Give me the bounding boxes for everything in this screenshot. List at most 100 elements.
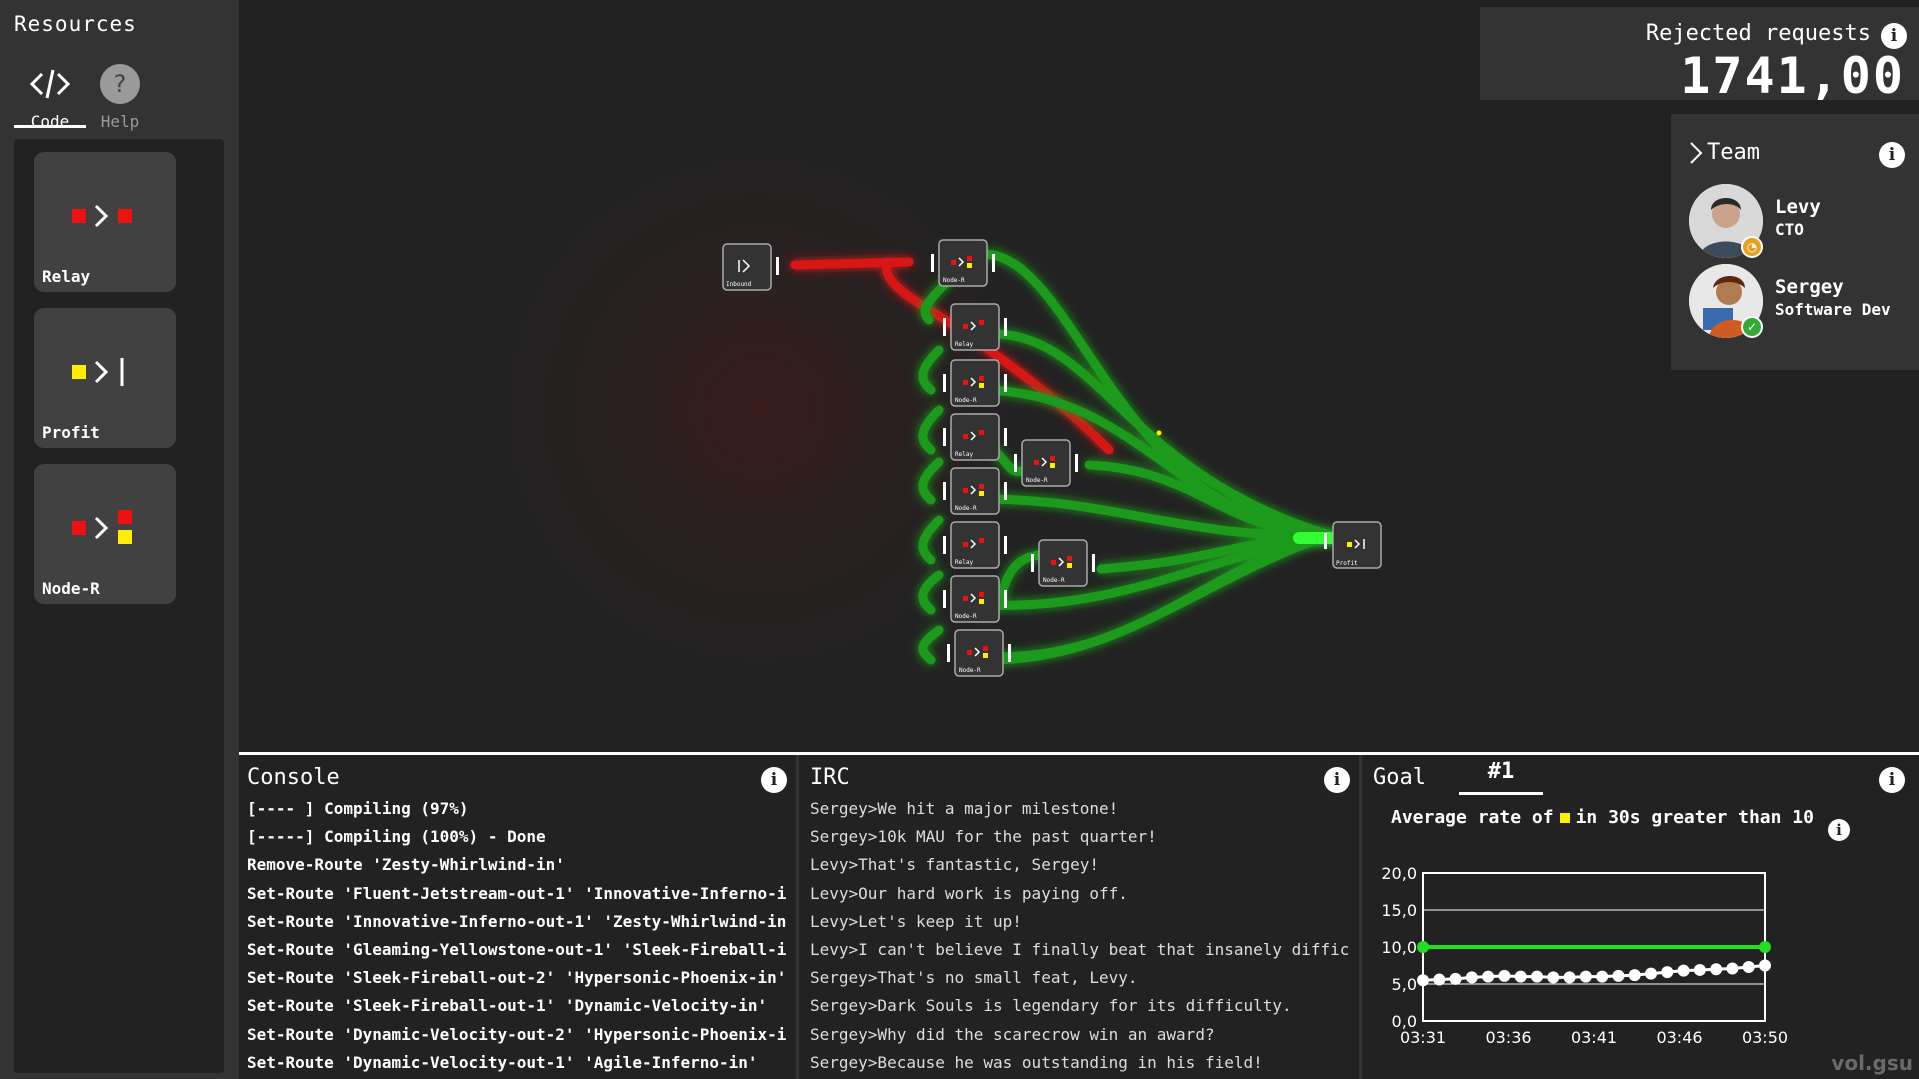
irc-log[interactable]: Sergey>We hit a major milestone! Sergey>… <box>810 799 1359 1079</box>
resource-label: Node-R <box>42 579 100 598</box>
node-label: Node-R <box>1043 577 1065 584</box>
team-panel: Team i ◔ Levy CTO ✓ Sergey Software Dev <box>1671 114 1919 370</box>
console-log[interactable]: [---- ] Compiling (97%) [-----] Compilin… <box>247 799 796 1079</box>
help-icon: ? <box>100 64 140 104</box>
canvas-node[interactable]: Relay <box>943 413 1007 461</box>
chart-x-tick-label: 03:31 <box>1400 1028 1446 1047</box>
rejected-requests-panel: Rejected requests i 1741,00 <box>1480 7 1919 105</box>
irc-message: Sergey>Why did the scarecrow win an awar… <box>810 1024 1215 1044</box>
irc-message: Levy>Our hard work is paying off. <box>810 883 1128 903</box>
info-icon[interactable]: i <box>1827 819 1850 841</box>
irc-message: Levy>Let's keep it up! <box>810 911 1022 931</box>
resource-label: Relay <box>42 267 91 286</box>
team-member-sergey[interactable]: ✓ Sergey Software Dev <box>1689 264 1919 340</box>
canvas-node[interactable]: Node-R <box>1031 539 1095 587</box>
console-line: Remove-Route 'Zesty-Whirlwind-in' <box>247 855 565 875</box>
bottom-panels: Console i [---- ] Compiling (97%) [-----… <box>239 752 1919 1079</box>
chart-x-ticks: 03:31 03:36 03:41 03:46 03:50 <box>1400 1028 1788 1047</box>
info-icon[interactable]: i <box>761 767 787 793</box>
canvas-node[interactable]: Node-R <box>947 629 1011 677</box>
console-title: Console <box>247 765 340 790</box>
chart-point <box>1612 969 1625 982</box>
console-line: Set-Route 'Dynamic-Velocity-out-2' 'Hype… <box>247 1024 787 1044</box>
goal-tab-1[interactable]: #1 <box>1459 759 1543 795</box>
console-line: [---- ] Compiling (97%) <box>247 799 469 818</box>
tab-help-label: Help <box>100 112 140 131</box>
tab-code[interactable]: Code <box>14 56 86 131</box>
irc-message: Sergey>We hit a major milestone! <box>810 799 1119 818</box>
console-panel: Console i [---- ] Compiling (97%) [-----… <box>239 755 799 1079</box>
chart-point <box>1547 971 1560 984</box>
chart-point <box>1759 941 1771 953</box>
goal-title: Goal <box>1373 765 1426 790</box>
goal-description: Average rate of in 30s greater than 10 i <box>1391 807 1850 841</box>
chart-y-tick-label: 5,0 <box>1392 975 1417 994</box>
irc-message: Levy>I can't believe I finally beat that… <box>810 939 1350 959</box>
chart-y-tick-label: 15,0 <box>1381 901 1417 920</box>
irc-message: Levy>That's fantastic, Sergey! <box>810 855 1099 875</box>
node-label: Profit <box>1336 560 1358 567</box>
canvas-node-profit[interactable]: Profit <box>1324 521 1382 569</box>
resource-node-r[interactable]: Node-R <box>34 464 176 604</box>
chevron-right-icon <box>1690 141 1703 164</box>
console-line: Set-Route 'Innovative-Inferno-out-1' 'Ze… <box>247 911 787 931</box>
goal-chart: 0,05,010,015,020,0 03:31 03:36 03:41 03:46 0… <box>1381 864 1788 1047</box>
chart-y-ticks: 0,05,010,015,020,0 <box>1381 864 1417 1031</box>
team-member-levy[interactable]: ◔ Levy CTO <box>1689 184 1919 260</box>
chart-point <box>1563 971 1576 984</box>
console-line: [-----] Compiling (100%) - Done <box>247 827 546 847</box>
canvas-node[interactable]: Node-R <box>931 239 995 287</box>
online-status-icon: ✓ <box>1741 316 1763 338</box>
node-label: Node-R <box>955 505 977 512</box>
resources-title: Resources <box>14 12 137 36</box>
chart-series <box>1417 941 1771 987</box>
chart-y-tick-label: 10,0 <box>1381 938 1417 957</box>
tab-help[interactable]: ? Help <box>84 56 156 131</box>
irc-title: IRC <box>810 765 850 790</box>
chart-point <box>1417 941 1429 953</box>
resource-profit[interactable]: Profit <box>34 308 176 448</box>
node-label: Relay <box>955 341 973 348</box>
canvas-node[interactable]: Relay <box>943 521 1007 569</box>
info-icon[interactable]: i <box>1879 767 1905 793</box>
chart-point <box>1710 963 1723 976</box>
chart-point <box>1465 971 1478 984</box>
node-label: Inbound <box>726 281 752 288</box>
irc-message: Sergey>That's no small feat, Levy. <box>810 968 1138 988</box>
canvas-node[interactable]: Relay <box>943 303 1007 351</box>
network-canvas[interactable]: Inbound Node-R Relay Node-R Relay Node-R Rela… <box>239 0 1919 752</box>
member-name: Levy <box>1775 196 1821 218</box>
canvas-node[interactable]: Node-R <box>1014 439 1078 487</box>
chart-point <box>1677 964 1690 977</box>
console-line: Set-Route 'Fluent-Jetstream-out-1' 'Inno… <box>247 883 787 903</box>
resource-relay[interactable]: Relay <box>34 152 176 292</box>
canvas-node[interactable]: Node-R <box>943 467 1007 515</box>
node-label: Node-R <box>955 397 977 404</box>
chart-point <box>1693 963 1706 976</box>
info-icon[interactable]: i <box>1879 142 1905 168</box>
goal-panel: Goal #1 i Average rate of in 30s greater … <box>1365 755 1919 1079</box>
code-icon <box>29 69 71 99</box>
info-icon[interactable]: i <box>1324 767 1350 793</box>
watermark: vol.gsu <box>1831 1051 1913 1075</box>
chart-point <box>1417 974 1429 987</box>
node-label: Node-R <box>943 277 965 284</box>
canvas-node-inbound[interactable]: Inbound <box>722 243 779 291</box>
rejected-requests-label: Rejected requests <box>1645 21 1871 46</box>
canvas-node[interactable]: Node-R <box>943 575 1007 623</box>
irc-message: Sergey>Dark Souls is legendary for its d… <box>810 996 1292 1016</box>
chart-point <box>1742 960 1755 973</box>
canvas-node[interactable]: Node-R <box>943 359 1007 407</box>
chart-point <box>1759 959 1771 972</box>
node-label: Relay <box>955 451 973 458</box>
member-name: Sergey <box>1775 276 1844 298</box>
console-line: Set-Route 'Dynamic-Velocity-out-1' 'Agil… <box>247 1052 758 1072</box>
chart-point <box>1628 969 1641 982</box>
console-line: Set-Route 'Gleaming-Yellowstone-out-1' '… <box>247 939 787 959</box>
info-icon[interactable]: i <box>1881 23 1907 49</box>
rejected-requests-value: 1741,00 <box>1680 47 1905 105</box>
chart-point <box>1661 966 1674 979</box>
chart-point <box>1531 970 1543 983</box>
team-header[interactable]: Team <box>1689 140 1760 165</box>
packets <box>1156 430 1162 436</box>
